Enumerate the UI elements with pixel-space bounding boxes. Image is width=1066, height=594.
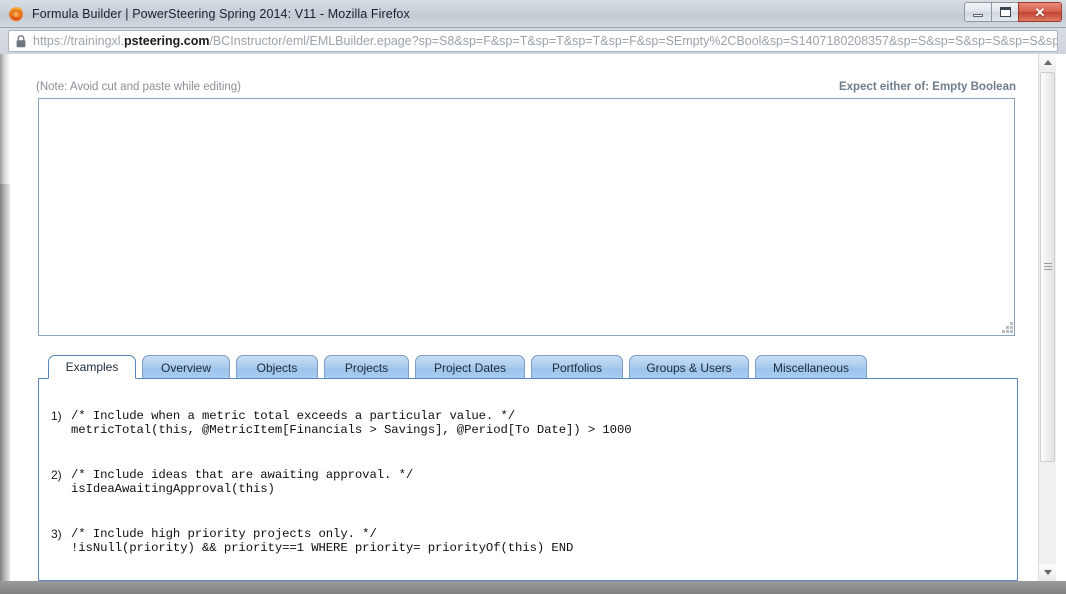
tab-overview[interactable]: Overview: [142, 355, 230, 379]
address-bar-text: https://trainingxl.psteering.com/BCInstr…: [33, 34, 1057, 48]
scrollbar-grip-icon: [1043, 263, 1052, 271]
tab-label: Objects: [256, 360, 298, 375]
window-controls: ✕: [964, 2, 1062, 22]
editor-header-row: (Note: Avoid cut and paste while editing…: [36, 81, 1016, 97]
formula-input[interactable]: [38, 98, 1015, 336]
url-scheme: https://trainingxl.: [33, 34, 125, 48]
minimize-button[interactable]: [964, 2, 992, 22]
navigation-toolbar: https://trainingxl.psteering.com/BCInstr…: [0, 28, 1066, 54]
close-button[interactable]: ✕: [1018, 2, 1062, 22]
tab-label: Overview: [160, 360, 211, 375]
example-code: /* Include when a metric total exceeds a…: [71, 409, 632, 437]
example-tabstrip: Examples Overview Objects Projects Project D…: [38, 355, 1018, 379]
tab-label: Projects: [344, 360, 389, 375]
url-path: /BCInstructor/eml/EMLBuilder.epage?sp=S8…: [209, 34, 1057, 48]
example-comment: /* Include when a metric total exceeds a…: [71, 409, 516, 423]
tab-examples[interactable]: Examples: [48, 355, 136, 379]
example-comment: /* Include ideas that are awaiting appro…: [71, 468, 414, 482]
tab-miscellaneous[interactable]: Miscellaneous: [755, 355, 867, 379]
example-number: 3): [51, 527, 62, 541]
page-content: (Note: Avoid cut and paste while editing…: [10, 54, 1034, 581]
example-expression: !isNull(priority) && priority==1 WHERE p…: [71, 541, 574, 555]
window-titlebar: Formula Builder | PowerSteering Spring 2…: [0, 0, 1066, 28]
expected-type-label: Expect either of: Empty Boolean: [838, 81, 1016, 93]
examples-panel: 1) /* Include when a metric total exceeds…: [38, 378, 1018, 581]
editing-note: (Note: Avoid cut and paste while editing…: [36, 81, 241, 93]
firefox-icon: [8, 6, 24, 22]
example-expression: isIdeaAwaitingApproval(this): [71, 482, 275, 496]
url-host: psteering.com: [124, 34, 210, 48]
tab-project-dates[interactable]: Project Dates: [415, 355, 525, 379]
example-number: 2): [51, 468, 62, 482]
tab-label: Project Dates: [433, 360, 507, 375]
tab-label: Examples: [65, 360, 119, 374]
example-code: /* Include ideas that are awaiting appro…: [71, 468, 413, 496]
tab-label: Groups & Users: [646, 360, 732, 375]
tab-portfolios[interactable]: Portfolios: [531, 355, 623, 379]
minimize-icon: [973, 13, 983, 17]
example-comment: /* Include high priority projects only. …: [71, 527, 377, 541]
tab-projects[interactable]: Projects: [324, 355, 409, 379]
window-bottom-edge: [0, 581, 1066, 594]
scrollbar-thumb[interactable]: [1040, 72, 1055, 462]
page-viewport: (Note: Avoid cut and paste while editing…: [0, 54, 1066, 581]
tab-groups-users[interactable]: Groups & Users: [629, 355, 749, 379]
tab-objects[interactable]: Objects: [236, 355, 318, 379]
maximize-button[interactable]: [991, 2, 1019, 22]
example-expression: metricTotal(this, @MetricItem[Financials…: [71, 423, 632, 437]
close-icon: ✕: [1034, 4, 1046, 20]
scroll-down-icon[interactable]: [1039, 564, 1056, 581]
example-code: /* Include high priority projects only. …: [71, 527, 573, 555]
window-left-edge-highlight: [0, 54, 10, 184]
browser-window: Formula Builder | PowerSteering Spring 2…: [0, 0, 1066, 594]
tab-label: Portfolios: [551, 360, 603, 375]
lock-icon: [16, 34, 26, 48]
window-title: Formula Builder | PowerSteering Spring 2…: [32, 6, 410, 21]
scroll-up-icon[interactable]: [1039, 54, 1056, 71]
tab-label: Miscellaneous: [772, 360, 850, 375]
example-number: 1): [51, 409, 62, 423]
maximize-icon: [999, 7, 1011, 17]
address-bar[interactable]: https://trainingxl.psteering.com/BCInstr…: [8, 30, 1058, 52]
vertical-scrollbar[interactable]: [1038, 54, 1056, 581]
